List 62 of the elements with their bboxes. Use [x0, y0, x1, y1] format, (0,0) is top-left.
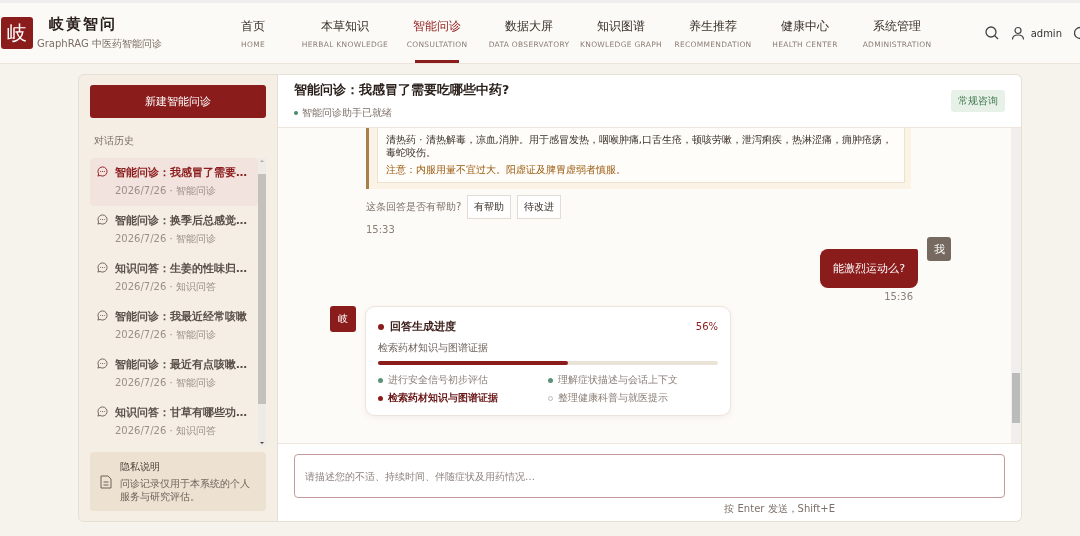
progress-step: 进行安全信号初步评估	[388, 373, 488, 387]
chat-bubble-icon	[97, 214, 108, 225]
history-meta: 2026/7/26 · 知识问答	[115, 424, 217, 438]
history-title-text: 知识问答：甘草有哪些功…	[115, 405, 247, 420]
brand-subtitle: GraphRAG 中医药智能问诊	[37, 37, 163, 51]
progress-step: 检索药材知识与图谱证据	[388, 391, 498, 405]
assistant-status: 智能问诊助手已就绪	[302, 106, 392, 120]
history-meta: 2026/7/26 · 智能问诊	[115, 376, 217, 390]
chat-bubble-icon	[97, 358, 108, 369]
history-meta: 2026/7/26 · 智能问诊	[115, 328, 217, 342]
progress-dot	[378, 323, 384, 330]
history-meta: 2026/7/26 · 智能问诊	[115, 232, 217, 246]
herb-description: 清热药 · 清热解毒，凉血,消肿。用于感冒发热，咽喉肿痛,口舌生疮，顿咳劳嗽，泄泻痢疾，热淋涩痛，痈肿疮疡，毒蛇咬伤。	[386, 133, 893, 159]
message-input[interactable]: 请描述您的不适、持续时间、伴随症状及用药情况…	[294, 454, 1005, 498]
privacy-title: 隐私说明	[120, 460, 161, 474]
scroll-down-icon[interactable]	[259, 440, 265, 446]
progress-percent: 56%	[695, 321, 718, 332]
privacy-text: 问诊记录仅用于本系统的个人服务与研究评估。	[120, 477, 251, 503]
document-icon	[100, 474, 112, 489]
history-item[interactable]: 智能问诊：我最近经常咳嗽 2026/7/26 · 智能问诊	[90, 302, 258, 350]
history-item[interactable]: 知识问答：甘草有哪些功… 2026/7/26 · 知识问答	[90, 398, 258, 446]
history-item[interactable]: 知识问答：生姜的性味归… 2026/7/26 · 知识问答	[90, 254, 258, 302]
progress-title: 回答生成进度	[390, 319, 456, 334]
history-meta: 2026/7/26 · 智能问诊	[115, 184, 217, 198]
history-title-text: 智能问诊：最近有点咳嗽…	[115, 357, 247, 372]
chat-bubble-icon	[97, 166, 108, 177]
history-title-text: 智能问诊：我感冒了需要…	[115, 165, 247, 180]
history-title-text: 智能问诊：换季后总感觉…	[115, 213, 247, 228]
herb-caution: 注意：内服用量不宜过大。阳虚证及脾胃虚弱者慎服。	[386, 163, 627, 177]
input-hint: 按 Enter 发送，Shift+E	[723, 502, 835, 516]
history-item[interactable]: 智能问诊：最近有点咳嗽… 2026/7/26 · 智能问诊	[90, 350, 258, 398]
history-item[interactable]: 智能问诊：我感冒了需要… 2026/7/26 · 智能问诊	[90, 158, 258, 206]
progress-step: 整理健康科普与就医提示	[558, 391, 668, 405]
message-time: 15:36	[884, 291, 913, 302]
progress-step: 理解症状描述与会话上下文	[558, 373, 678, 387]
user-icon	[1010, 26, 1025, 40]
history-title-text: 知识问答：生姜的性味归…	[115, 261, 247, 276]
history-item[interactable]: 智能问诊：换季后总感觉… 2026/7/26 · 智能问诊	[90, 206, 258, 254]
user-message: 能激烈运动么?	[820, 249, 918, 288]
feedback-button[interactable]: 待改进	[517, 195, 562, 219]
history-title: 对话历史	[94, 134, 135, 148]
chat-bubble-icon	[97, 406, 108, 417]
logo-mark: 岐	[1, 17, 33, 49]
history-title-text: 智能问诊：我最近经常咳嗽	[115, 309, 247, 324]
search-icon[interactable]	[984, 26, 999, 40]
chat-bubble-icon	[97, 310, 108, 321]
message-time: 15:33	[366, 224, 396, 235]
new-consultation-button[interactable]: 新建智能问诊	[90, 85, 266, 118]
feedback-question: 这条回答是否有帮助?	[366, 200, 462, 214]
user-avatar: 我	[927, 237, 951, 261]
assistant-avatar: 岐	[330, 306, 356, 332]
feedback-button[interactable]: 有帮助	[467, 195, 512, 219]
progress-step-text: 检索药材知识与图谱证据	[378, 341, 489, 355]
chat-title: 智能问诊：我感冒了需要吃哪些中药?	[294, 82, 510, 99]
chat-bubble-icon	[97, 262, 108, 273]
scrollbar[interactable]	[258, 158, 266, 446]
history-meta: 2026/7/26 · 知识问答	[115, 280, 217, 294]
scrollbar[interactable]	[1011, 128, 1021, 443]
consultation-tag: 常规咨询	[951, 90, 1005, 112]
user-menu[interactable]: admin	[1010, 26, 1062, 40]
brand-name: 岐黄智问	[49, 15, 118, 34]
status-dot	[294, 111, 298, 115]
